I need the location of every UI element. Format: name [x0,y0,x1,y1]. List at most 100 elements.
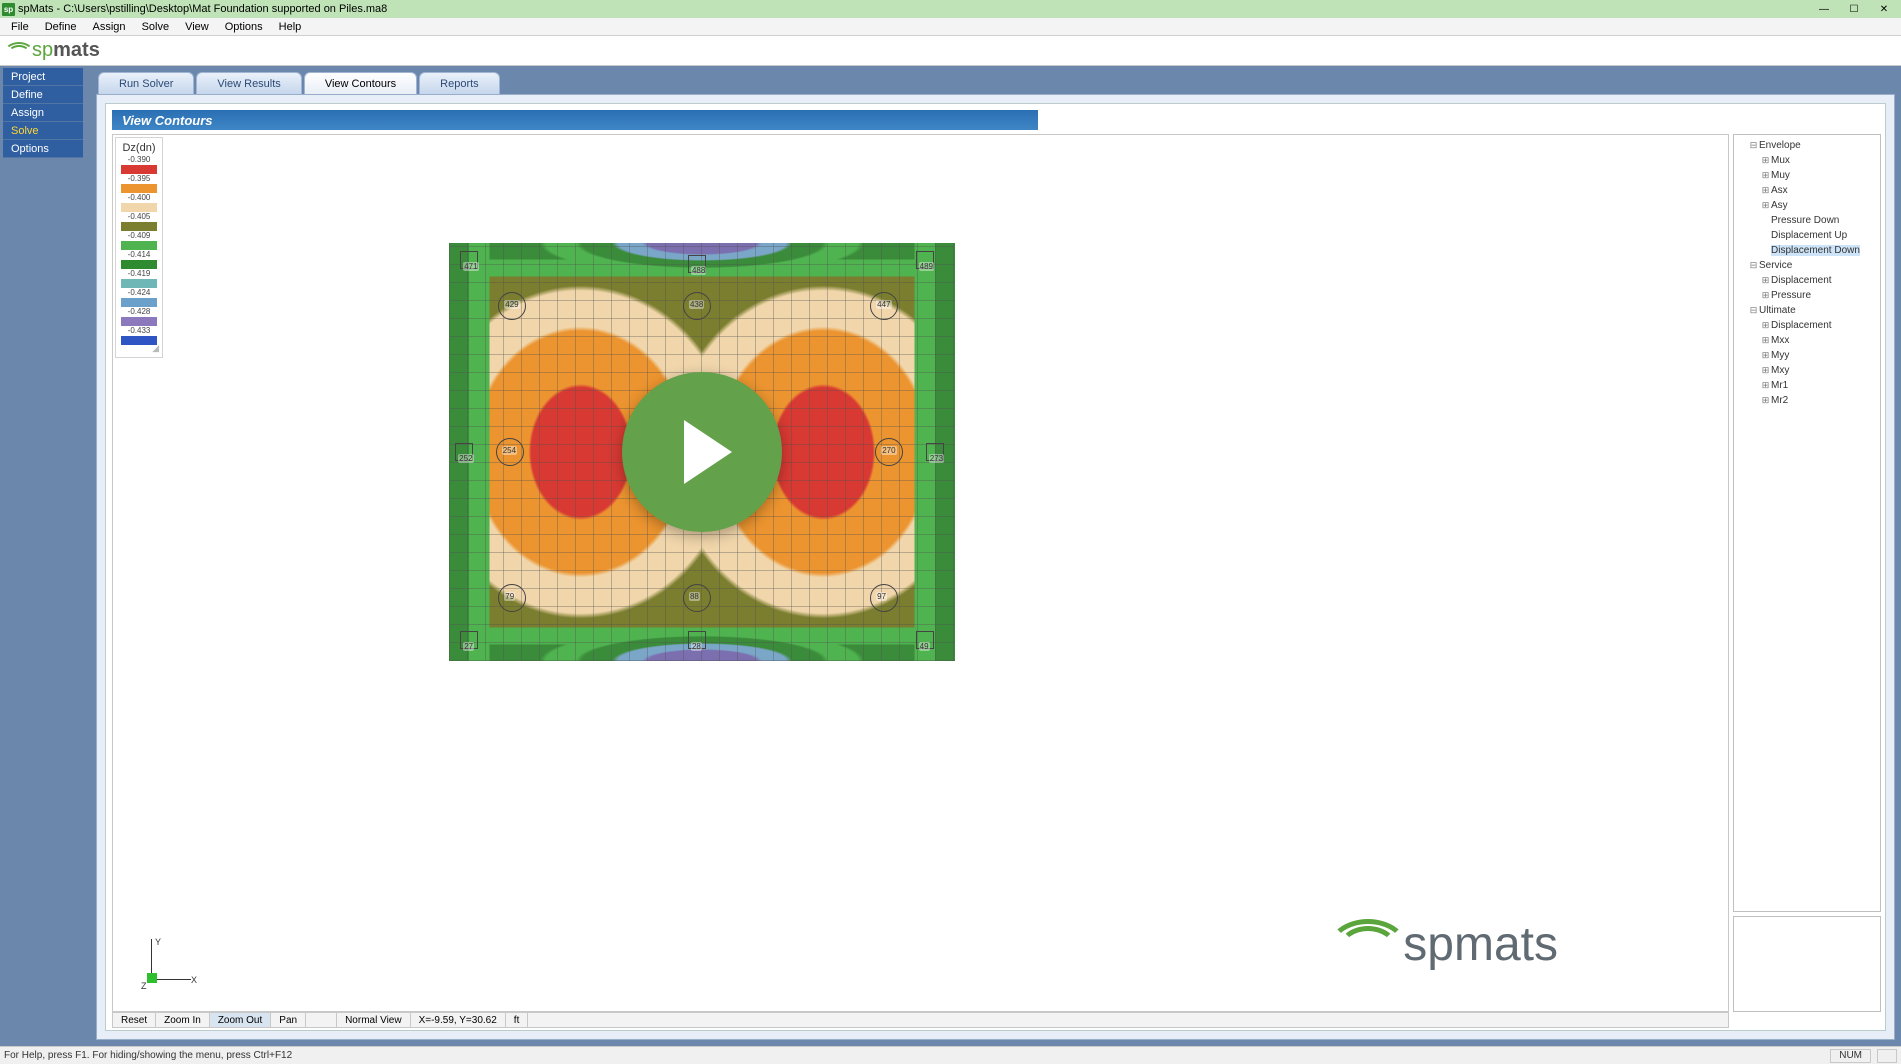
menu-assign[interactable]: Assign [85,20,134,34]
tree-label: Pressure Down [1771,215,1839,226]
tree-toggle-icon[interactable]: ⊞ [1761,348,1770,362]
tree-leaf[interactable]: ⊞Muy [1761,168,1877,183]
tree-leaf[interactable]: ⊞Pressure [1761,288,1877,303]
minimize-button[interactable]: — [1809,0,1839,18]
contour-plot[interactable]: 4294384472542707988974714884892522732728… [449,243,955,661]
tree-node[interactable]: ⊟Service⊞Displacement⊞Pressure [1749,258,1877,303]
tree-leaf[interactable]: ⊞Mr2 [1761,393,1877,408]
tree-leaf[interactable]: ⊞Mxx [1761,333,1877,348]
legend-value: -0.409 [117,231,161,241]
tree-toggle-icon[interactable]: ⊞ [1761,378,1770,392]
nav-assign[interactable]: Assign [3,104,83,122]
legend-swatch [121,241,157,250]
tab-run-solver[interactable]: Run Solver [98,72,194,94]
menu-define[interactable]: Define [37,20,85,34]
canvas-inner: View Contours Dz(dn) -0.390 -0.395 -0.40… [105,103,1886,1031]
tree-toggle-icon[interactable]: ⊟ [1749,138,1758,152]
tabs-row: Run Solver View Results View Contours Re… [88,68,1895,94]
nav-solve[interactable]: Solve [3,122,83,140]
legend-swatch [121,260,157,269]
menu-options[interactable]: Options [217,20,271,34]
tree-toggle-icon[interactable]: ⊞ [1761,273,1770,287]
legend-row: -0.414 [117,250,161,269]
tree-toggle-icon[interactable]: ⊞ [1761,318,1770,332]
node-label: 27 [463,642,474,651]
reset-button[interactable]: Reset [113,1013,156,1027]
tab-reports[interactable]: Reports [419,72,500,94]
menu-solve[interactable]: Solve [134,20,178,34]
tree-toggle-icon[interactable]: ⊟ [1749,258,1758,272]
legend-value: -0.414 [117,250,161,260]
node-label: 28 [691,642,702,651]
tree-leaf[interactable]: ⊞Mxy [1761,363,1877,378]
normal-view-button[interactable]: Normal View [336,1013,411,1027]
tree-leaf[interactable]: ⊞Asx [1761,183,1877,198]
menu-view[interactable]: View [177,20,217,34]
tree-leaf[interactable]: Pressure Down [1761,213,1877,228]
tab-view-results[interactable]: View Results [196,72,301,94]
tree-toggle-icon[interactable]: ⊞ [1761,333,1770,347]
close-button[interactable]: ✕ [1869,0,1899,18]
node-label: 273 [929,454,944,463]
menu-help[interactable]: Help [271,20,310,34]
tab-view-contours[interactable]: View Contours [304,72,417,94]
tree-toggle-icon[interactable]: ⊞ [1761,153,1770,167]
main-frame: Project Define Assign Solve Options Run … [0,66,1901,1046]
tree-leaf[interactable]: ⊞Displacement [1761,273,1877,288]
tree-leaf[interactable]: ⊞Mr1 [1761,378,1877,393]
legend-value: -0.400 [117,193,161,203]
tree-spacer [1761,243,1770,257]
drawing-canvas[interactable]: Dz(dn) -0.390 -0.395 -0.400 -0.405 -0.40… [112,134,1729,1012]
tree-toggle-icon[interactable]: ⊞ [1761,288,1770,302]
tree-label: Mxy [1771,365,1789,376]
tree-leaf[interactable]: ⊞Asy [1761,198,1877,213]
tree-toggle-icon[interactable]: ⊞ [1761,168,1770,182]
legend-row: -0.390 [117,155,161,174]
zoom-out-button[interactable]: Zoom Out [210,1013,271,1027]
app-icon: sp [2,3,15,16]
pan-button[interactable]: Pan [271,1013,306,1027]
view-toolbar: Reset Zoom In Zoom Out Pan Normal View X… [112,1012,1729,1028]
legend-row: -0.428 [117,307,161,326]
tree-toggle-icon[interactable]: ⊞ [1761,183,1770,197]
legend-swatch [121,317,157,326]
watermark-logo: spmats [1278,899,1558,989]
tree-label: Myy [1771,350,1789,361]
node-label: 447 [876,300,891,309]
window-titlebar: sp spMats - C:\Users\pstilling\Desktop\M… [0,0,1901,18]
menu-file[interactable]: File [3,20,37,34]
legend-row: -0.424 [117,288,161,307]
tree-leaf[interactable]: Displacement Up [1761,228,1877,243]
tree-leaf[interactable]: ⊞Displacement [1761,318,1877,333]
tree-toggle-icon[interactable]: ⊞ [1761,363,1770,377]
legend-swatch [121,165,157,174]
node-label: 429 [504,300,519,309]
axis-z-label: Z [141,981,147,991]
axis-y-label: Y [155,937,161,947]
zoom-in-button[interactable]: Zoom In [156,1013,210,1027]
tree-leaf[interactable]: ⊞Myy [1761,348,1877,363]
node-label: 252 [458,454,473,463]
tree-node[interactable]: ⊟Envelope⊞Mux⊞Muy⊞Asx⊞Asy Pressure Down … [1749,138,1877,258]
tree-toggle-icon[interactable]: ⊞ [1761,393,1770,407]
legend-resize-grip-icon[interactable]: ◢ [117,345,161,351]
nav-options[interactable]: Options [3,140,83,158]
maximize-button[interactable]: ☐ [1839,0,1869,18]
nav-define[interactable]: Define [3,86,83,104]
tree-label: Mr2 [1771,395,1788,406]
node-label: 489 [919,262,934,271]
color-legend[interactable]: Dz(dn) -0.390 -0.395 -0.400 -0.405 -0.40… [115,137,163,358]
axis-x-label: X [191,975,197,985]
nav-project[interactable]: Project [3,68,83,86]
legend-value: -0.419 [117,269,161,279]
tree-label: Displacement Up [1771,230,1847,241]
tree-toggle-icon[interactable]: ⊞ [1761,198,1770,212]
tree-node[interactable]: ⊟Ultimate⊞Displacement⊞Mxx⊞Myy⊞Mxy⊞Mr1⊞M… [1749,303,1877,408]
tree-toggle-icon[interactable]: ⊟ [1749,303,1758,317]
tree-leaf[interactable]: ⊞Mux [1761,153,1877,168]
play-button[interactable] [622,372,782,532]
node-label: 88 [689,592,700,601]
tree-leaf[interactable]: Displacement Down [1761,243,1877,258]
legend-value: -0.428 [117,307,161,317]
coord-readout: X=-9.59, Y=30.62 [411,1013,506,1027]
